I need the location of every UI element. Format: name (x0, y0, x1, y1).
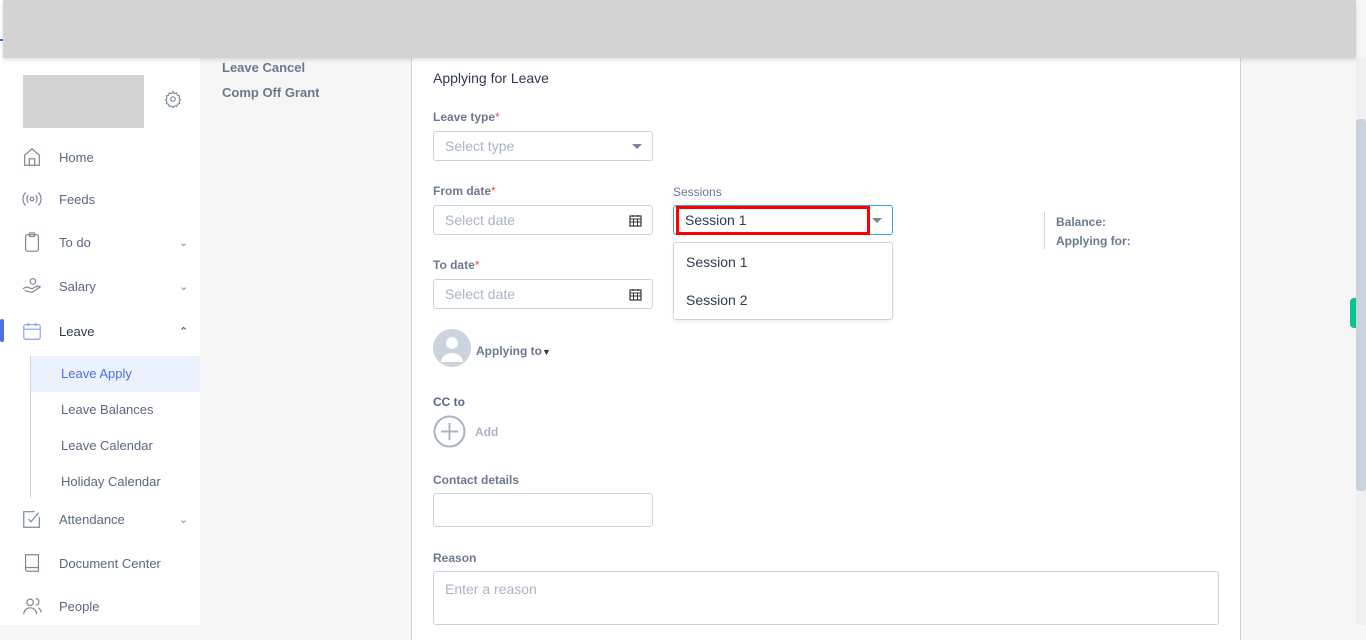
sidebar-item-label: To do (59, 234, 91, 250)
to-date-input[interactable]: Select date (433, 279, 653, 309)
leave-type-select[interactable]: Select type (433, 131, 653, 161)
add-cc-button[interactable]: Add (475, 425, 498, 439)
contact-details-input[interactable] (433, 493, 653, 527)
sidebar-item-todo[interactable]: To do ⌄ (0, 222, 200, 262)
sidebar-item-label: Salary (59, 278, 96, 294)
sidebar-item-attendance[interactable]: Attendance ⌄ (0, 499, 200, 539)
people-icon (23, 598, 42, 615)
leave-submenu-panel: Leave Cancel Comp Off Grant (200, 0, 411, 625)
sidebar-item-label: Home (59, 149, 94, 165)
side-feedback-tab[interactable] (1350, 298, 1356, 328)
cc-to-label: CC to (433, 395, 465, 409)
chevron-up-icon: ⌃ (179, 325, 189, 338)
home-icon (24, 147, 40, 166)
form-title: Applying for Leave (433, 70, 549, 86)
sessions-label: Sessions (673, 185, 722, 199)
applying-to-dropdown[interactable]: Applying to▼ (476, 344, 551, 358)
balance-label: Balance: (1056, 215, 1107, 229)
reason-textarea[interactable]: Enter a reason (433, 571, 1219, 625)
calendar-icon[interactable] (629, 288, 642, 301)
caret-down-icon (872, 218, 882, 223)
sessions-selected-value[interactable]: Session 1 (676, 206, 870, 235)
applying-for-label: Applying for: (1056, 234, 1131, 248)
from-date-label: From date* (433, 184, 496, 198)
to-date-label: To date* (433, 258, 480, 272)
hand-money-icon (22, 278, 42, 294)
reason-label: Reason (433, 551, 477, 565)
sidebar-item-label: People (59, 598, 100, 614)
avatar (433, 329, 471, 367)
company-logo (23, 75, 144, 128)
link-leave-cancel[interactable]: Leave Cancel (222, 60, 305, 75)
calendar-icon (23, 322, 41, 340)
chevron-down-icon: ⌄ (179, 280, 189, 293)
session-option-1[interactable]: Session 1 (686, 254, 747, 270)
broadcast-icon (22, 192, 42, 206)
sidebar-item-salary[interactable]: Salary ⌄ (0, 266, 200, 306)
leave-type-label: Leave type* (433, 110, 500, 124)
session-option-2[interactable]: Session 2 (686, 292, 747, 308)
checkbox-icon (23, 511, 40, 528)
top-header-bar (3, 0, 1356, 58)
sidebar-item-people[interactable]: People (0, 586, 200, 626)
sidebar-item-label: Leave (59, 323, 95, 339)
sidebar-item-document-center[interactable]: Document Center (0, 543, 200, 583)
sidebar-item-home[interactable]: Home (0, 137, 200, 177)
scrollbar-thumb[interactable] (1356, 119, 1366, 491)
link-comp-off-grant[interactable]: Comp Off Grant (222, 85, 320, 100)
calendar-icon[interactable] (629, 214, 642, 227)
balance-divider (1044, 212, 1045, 249)
gear-icon[interactable] (164, 90, 182, 108)
caret-down-icon: ▼ (542, 347, 551, 357)
sidebar: Home Feeds To do ⌄ Salary ⌄ Leave ⌃ Leav… (0, 0, 200, 625)
book-icon (24, 554, 40, 572)
sidebar-subitem-leave-calendar[interactable]: Leave Calendar (31, 428, 200, 464)
chevron-down-icon: ⌄ (179, 513, 189, 526)
contact-details-label: Contact details (433, 473, 520, 487)
from-date-input[interactable]: Select date (433, 205, 653, 235)
sidebar-subitem-leave-balances[interactable]: Leave Balances (31, 392, 200, 428)
sessions-dropdown: Session 1 Session 2 (673, 242, 893, 320)
caret-down-icon (632, 144, 642, 149)
sidebar-item-label: Feeds (59, 191, 96, 207)
leave-form-card (411, 40, 1241, 640)
sidebar-item-leave[interactable]: Leave ⌃ (0, 311, 200, 351)
sidebar-item-label: Document Center (59, 555, 161, 571)
chevron-down-icon: ⌄ (179, 236, 189, 249)
add-circle-icon[interactable] (433, 415, 466, 448)
sidebar-item-label: Attendance (59, 511, 125, 527)
sidebar-subitem-holiday-calendar[interactable]: Holiday Calendar (31, 464, 200, 500)
sidebar-subitem-leave-apply[interactable]: Leave Apply (31, 356, 200, 392)
clipboard-icon (24, 232, 40, 252)
sidebar-item-feeds[interactable]: Feeds (0, 179, 200, 219)
top-accent-line (0, 39, 3, 41)
